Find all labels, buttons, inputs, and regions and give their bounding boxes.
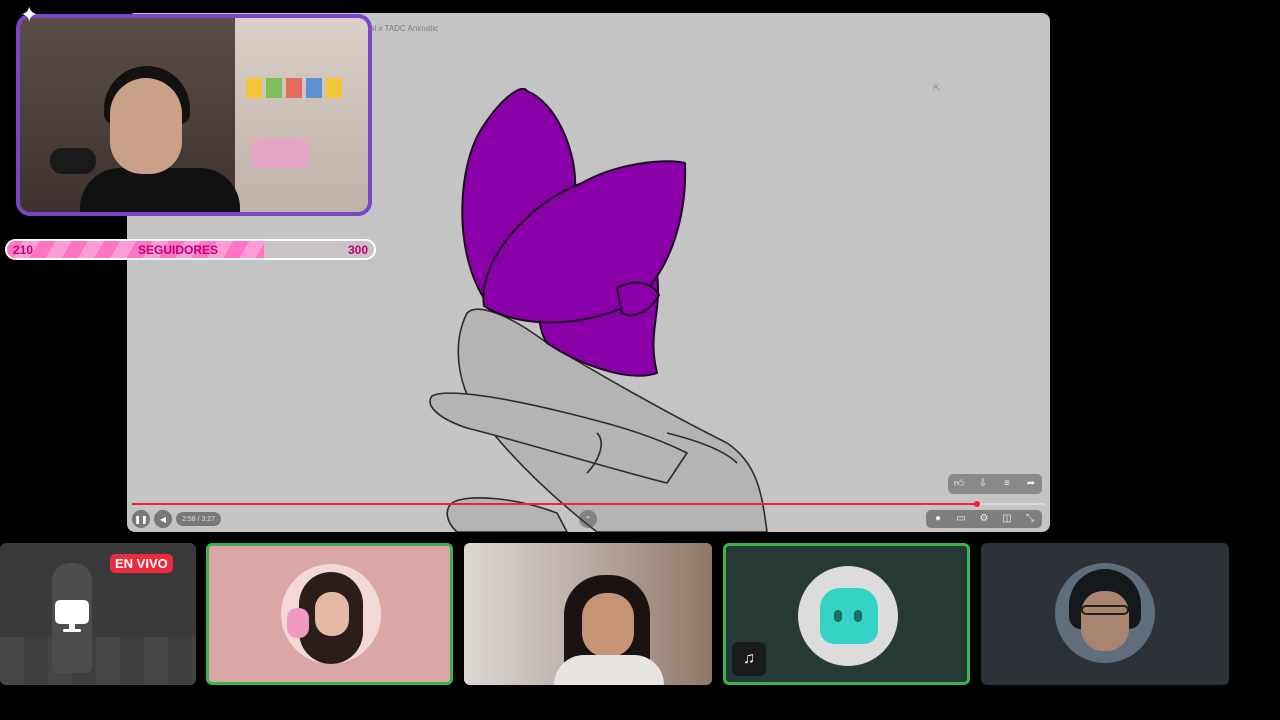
mute-button[interactable]: ◀ — [154, 510, 172, 528]
time-display: 2:58 / 3:27 — [176, 512, 222, 526]
avatar — [1055, 563, 1155, 663]
playback-controls: ❚❚ ◀ 2:58 / 3:27 — [132, 510, 222, 528]
playlist-add-icon[interactable]: ≡ — [1000, 479, 1014, 489]
audio-share-icon: ♫ — [732, 642, 766, 676]
live-badge: EN VIVO — [110, 554, 173, 573]
avatar — [281, 564, 381, 664]
star-icon: ✦ — [20, 2, 39, 27]
mouse-cursor-icon: ⇱ — [933, 83, 941, 93]
participant-tile-screen-share[interactable]: EN VIVO — [0, 543, 196, 685]
cast-icon[interactable]: ◫ — [1000, 514, 1014, 524]
participant-tile[interactable] — [206, 543, 453, 685]
video-action-bar: 👍︎ ⇩ ≡ ➦ — [948, 474, 1042, 494]
monitor-icon — [55, 600, 89, 632]
pause-button[interactable]: ❚❚ — [132, 510, 150, 528]
streamer-webcam — [16, 14, 372, 216]
subtitles-icon[interactable]: ▭ — [954, 514, 968, 524]
collapse-icon[interactable]: ⤡ — [1023, 514, 1037, 524]
follower-goal-bar: 210 SEGUIDORES 300 — [5, 239, 376, 260]
volume-icon: ◀ — [159, 514, 167, 524]
follower-goal-target: 300 — [347, 243, 368, 257]
share-icon[interactable]: ➦ — [1024, 479, 1038, 489]
thumbs-up-icon[interactable]: 👍︎ — [952, 479, 966, 489]
thumbs-down-icon[interactable]: ⇩ — [976, 479, 990, 489]
chevron-up-icon[interactable]: ⌃ — [579, 510, 597, 528]
autoplay-toggle-icon[interactable]: ● — [931, 514, 945, 524]
video-progress-bar[interactable] — [132, 501, 1045, 507]
follower-goal-label: SEGUIDORES — [137, 243, 218, 257]
settings-icon[interactable]: ⚙ — [977, 514, 991, 524]
player-settings-bar: ● ▭ ⚙ ◫ ⤡ — [926, 510, 1042, 528]
pause-icon: ❚❚ — [134, 514, 148, 524]
participant-tile-camera[interactable] — [464, 543, 712, 685]
video-title: al x TADC Animatic — [370, 24, 439, 33]
progress-fill — [132, 503, 978, 505]
participant-tile[interactable]: ♫ — [723, 543, 970, 685]
avatar — [798, 566, 898, 666]
participant-tile[interactable] — [981, 543, 1229, 685]
